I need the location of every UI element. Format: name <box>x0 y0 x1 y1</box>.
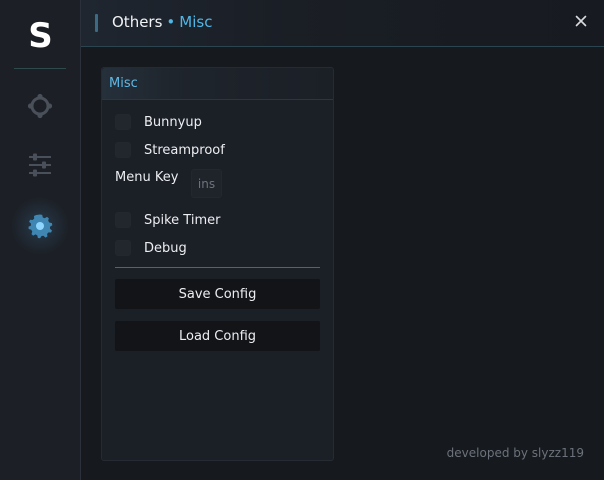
misc-panel: Misc Bunnyup Streamproof Menu Key ins Sp… <box>101 67 334 461</box>
panel-divider <box>115 267 320 268</box>
sidebar-item-settings[interactable] <box>24 149 56 181</box>
crosshair-icon <box>27 93 53 119</box>
option-debug[interactable]: Debug <box>115 239 187 257</box>
breadcrumb-subsection: Misc <box>179 13 213 31</box>
bunnyup-label: Bunnyup <box>144 114 202 130</box>
header-accent-bar <box>95 14 98 32</box>
app-window: S Others • Misc Misc Bunnyup Streamproof… <box>0 0 604 480</box>
menu-key-label: Menu Key <box>115 170 179 185</box>
gear-icon <box>28 214 53 239</box>
sliders-icon <box>29 153 51 177</box>
option-spike-timer[interactable]: Spike Timer <box>115 211 220 229</box>
bunnyup-checkbox[interactable] <box>115 114 131 130</box>
close-icon <box>575 15 587 27</box>
panel-header: Misc <box>102 68 333 100</box>
close-button[interactable] <box>574 14 588 28</box>
sidebar-item-misc[interactable] <box>10 196 70 256</box>
main-content: Misc Bunnyup Streamproof Menu Key ins Sp… <box>81 47 604 480</box>
menu-key-binder[interactable]: ins <box>191 169 222 198</box>
breadcrumb-separator: • <box>166 13 176 31</box>
debug-checkbox[interactable] <box>115 240 131 256</box>
streamproof-label: Streamproof <box>144 142 225 158</box>
option-streamproof[interactable]: Streamproof <box>115 141 225 159</box>
load-config-button[interactable]: Load Config <box>115 321 320 351</box>
panel-title: Misc <box>109 76 138 91</box>
sidebar-divider <box>14 68 66 69</box>
app-logo: S <box>0 14 80 58</box>
header-bar: Others • Misc <box>81 0 604 47</box>
save-config-button[interactable]: Save Config <box>115 279 320 309</box>
sidebar: S <box>0 0 81 480</box>
debug-label: Debug <box>144 240 187 256</box>
spike-timer-checkbox[interactable] <box>115 212 131 228</box>
developer-credit: developed by slyzz119 <box>446 446 584 460</box>
spike-timer-label: Spike Timer <box>144 212 221 228</box>
breadcrumb-section: Others <box>112 13 163 31</box>
logo-letter: S <box>28 16 52 56</box>
sidebar-item-aim[interactable] <box>24 90 56 122</box>
page-title: Others • Misc <box>112 13 212 31</box>
option-bunnyup[interactable]: Bunnyup <box>115 113 202 131</box>
streamproof-checkbox[interactable] <box>115 142 131 158</box>
